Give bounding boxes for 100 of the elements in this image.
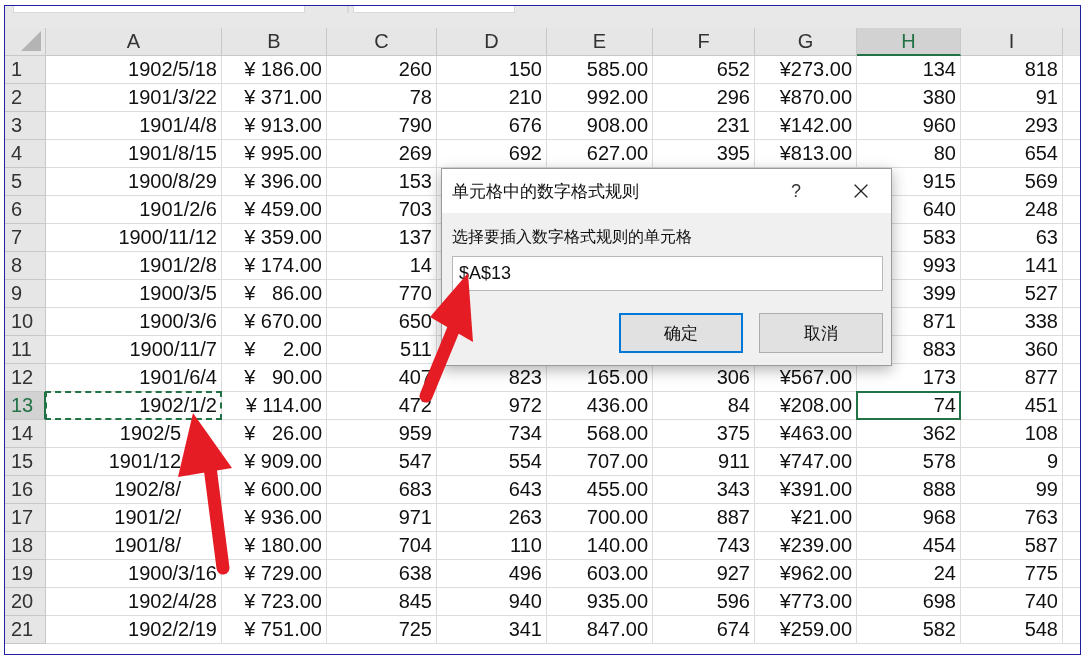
table-cell: 24: [857, 560, 961, 588]
table-cell: 436.00: [547, 392, 653, 420]
table-cell: 293: [961, 112, 1063, 140]
table-cell: 770: [327, 280, 437, 308]
table-cell: 108: [961, 420, 1063, 448]
column-header[interactable]: I: [961, 28, 1063, 56]
column-header[interactable]: E: [547, 28, 653, 56]
column-header[interactable]: C: [327, 28, 437, 56]
table-cell: 554: [437, 448, 547, 476]
row-header[interactable]: 11: [5, 336, 46, 364]
table-cell: ¥ 936.00: [222, 504, 327, 532]
table-cell: 110: [437, 532, 547, 560]
table-cell: 676: [437, 112, 547, 140]
table-cell: ¥ 359.00: [222, 224, 327, 252]
table-cell: 1900/3/5: [46, 280, 222, 308]
table-cell: 725: [327, 616, 437, 644]
table-cell: 78: [327, 84, 437, 112]
table-cell: 734: [437, 420, 547, 448]
table-cell: 380: [857, 84, 961, 112]
table-cell: 343: [653, 476, 755, 504]
cell-reference-field[interactable]: $A$13: [452, 256, 883, 291]
row-header[interactable]: 4: [5, 140, 46, 168]
cancel-button[interactable]: 取消: [759, 313, 883, 353]
table-cell: 527: [961, 280, 1063, 308]
table-cell: 740: [961, 588, 1063, 616]
table-cell: ¥391.00: [755, 476, 857, 504]
row-header[interactable]: 17: [5, 504, 46, 532]
table-cell: 91: [961, 84, 1063, 112]
select-all-triangle-icon: [21, 31, 41, 51]
row-header[interactable]: 9: [5, 280, 46, 308]
table-cell: 454: [857, 532, 961, 560]
table-cell: 790: [327, 112, 437, 140]
row-header[interactable]: 20: [5, 588, 46, 616]
table-cell: 269: [327, 140, 437, 168]
table-cell: 1900/11/12: [46, 224, 222, 252]
select-all-corner[interactable]: [5, 28, 46, 56]
table-cell: 707.00: [547, 448, 653, 476]
row-header[interactable]: 7: [5, 224, 46, 252]
table-cell: ¥ 751.00: [222, 616, 327, 644]
row-header[interactable]: 1: [5, 56, 46, 84]
column-header[interactable]: B: [222, 28, 327, 56]
table-cell: ¥ 2.00: [222, 336, 327, 364]
table-cell: 1901/6/4: [46, 364, 222, 392]
table-cell: 959: [327, 420, 437, 448]
table-cell: 263: [437, 504, 547, 532]
table-cell: 153: [327, 168, 437, 196]
table-cell: 341: [437, 616, 547, 644]
table-cell: ¥ 729.00: [222, 560, 327, 588]
table-cell: ¥ 396.00: [222, 168, 327, 196]
empty-column-header: [1063, 28, 1080, 56]
row-header[interactable]: 3: [5, 112, 46, 140]
row-header[interactable]: 19: [5, 560, 46, 588]
row-header[interactable]: 16: [5, 476, 46, 504]
table-cell: 99: [961, 476, 1063, 504]
table-cell: ¥463.00: [755, 420, 857, 448]
table-cell: 1902/1/2: [46, 392, 222, 420]
row-header[interactable]: 13: [5, 392, 46, 420]
table-cell: 548: [961, 616, 1063, 644]
table-cell: 231: [653, 112, 755, 140]
table-cell: 569: [961, 168, 1063, 196]
table-cell: 968: [857, 504, 961, 532]
ok-button[interactable]: 确定: [619, 313, 743, 353]
row-header[interactable]: 12: [5, 364, 46, 392]
table-cell: 1900/3/6: [46, 308, 222, 336]
row-header[interactable]: 5: [5, 168, 46, 196]
table-cell: 1901/2/: [46, 504, 222, 532]
table-cell: 338: [961, 308, 1063, 336]
table-cell: 1902/4/28: [46, 588, 222, 616]
table-cell: ¥259.00: [755, 616, 857, 644]
row-header[interactable]: 18: [5, 532, 46, 560]
table-cell: 704: [327, 532, 437, 560]
row-header[interactable]: 21: [5, 616, 46, 644]
column-header[interactable]: D: [437, 28, 547, 56]
table-cell: 674: [653, 616, 755, 644]
column-header[interactable]: H: [857, 28, 961, 56]
table-cell: 743: [653, 532, 755, 560]
row-header[interactable]: 10: [5, 308, 46, 336]
table-cell: 847.00: [547, 616, 653, 644]
table-cell: 1900/8/29: [46, 168, 222, 196]
column-header[interactable]: G: [755, 28, 857, 56]
help-button[interactable]: ?: [761, 180, 831, 202]
table-cell: 1902/8/: [46, 476, 222, 504]
table-cell: 652: [653, 56, 755, 84]
row-header[interactable]: 15: [5, 448, 46, 476]
table-cell: 362: [857, 420, 961, 448]
row-header[interactable]: 8: [5, 252, 46, 280]
column-header[interactable]: F: [653, 28, 755, 56]
table-cell: ¥ 459.00: [222, 196, 327, 224]
row-header[interactable]: 14: [5, 420, 46, 448]
table-cell: 1901/4/8: [46, 112, 222, 140]
table-cell: 908.00: [547, 112, 653, 140]
table-cell: 845: [327, 588, 437, 616]
row-header[interactable]: 6: [5, 196, 46, 224]
table-cell: 568.00: [547, 420, 653, 448]
table-cell: 643: [437, 476, 547, 504]
table-cell: 992.00: [547, 84, 653, 112]
column-header[interactable]: A: [46, 28, 222, 56]
table-cell: 1900/11/7: [46, 336, 222, 364]
row-header[interactable]: 2: [5, 84, 46, 112]
table-cell: 877: [961, 364, 1063, 392]
